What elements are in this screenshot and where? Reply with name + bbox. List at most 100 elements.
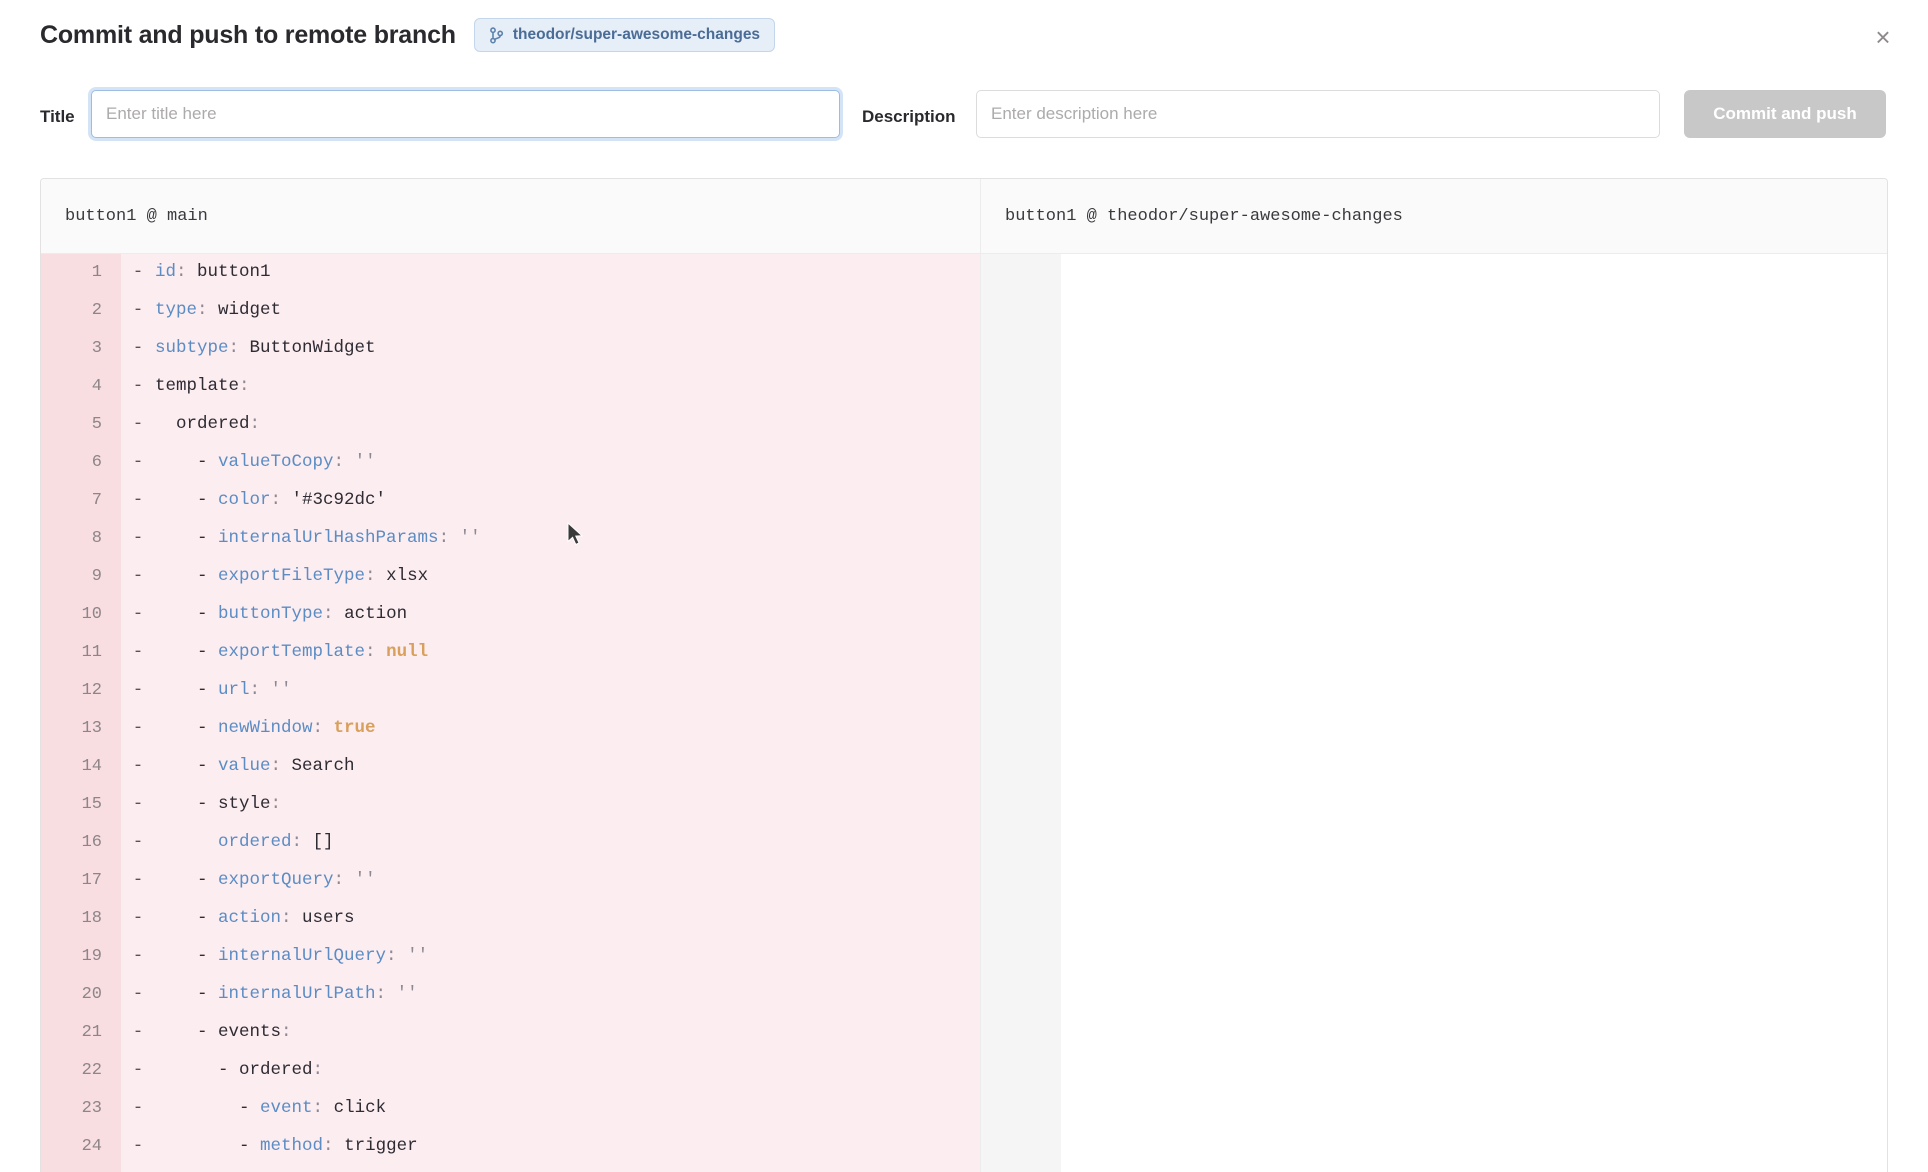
yaml-separator: : [365, 566, 386, 586]
code-content: ordered: [155, 416, 260, 434]
code-content: - internalUrlHashParams: '' [155, 530, 481, 548]
yaml-separator: : [292, 832, 313, 852]
close-icon[interactable]: × [1866, 20, 1900, 54]
yaml-key: color [218, 490, 271, 510]
yaml-key: value [218, 756, 271, 776]
yaml-separator: : [313, 718, 334, 738]
yaml-value: '' [460, 528, 481, 548]
code-content: template: [155, 378, 250, 396]
yaml-separator: : [439, 528, 460, 548]
yaml-key: buttonType [218, 604, 323, 624]
yaml-separator: : [376, 984, 397, 1004]
line-number: 16 [41, 824, 121, 862]
right-line-number-gutter [981, 254, 1061, 1172]
yaml-key: exportTemplate [218, 642, 365, 662]
git-branch-icon [489, 27, 504, 44]
description-input[interactable] [976, 90, 1660, 138]
yaml-separator: : [334, 452, 355, 472]
line-number: 18 [41, 900, 121, 938]
code-content: - value: Search [155, 758, 355, 776]
yaml-key: ordered [176, 414, 250, 434]
yaml-separator: : [323, 1136, 344, 1156]
line-number: 1 [41, 254, 121, 292]
code-line: 11- - exportTemplate: null [41, 634, 980, 672]
yaml-value: widget [218, 300, 281, 320]
code-content: - color: '#3c92dc' [155, 492, 386, 510]
code-line: 22- - ordered: [41, 1052, 980, 1090]
code-content: - internalUrlQuery: '' [155, 948, 428, 966]
yaml-key: method [260, 1136, 323, 1156]
code-line: 18- - action: users [41, 900, 980, 938]
yaml-key: exportFileType [218, 566, 365, 586]
page-title: Commit and push to remote branch [40, 21, 456, 50]
code-content: - buttonType: action [155, 606, 407, 624]
code-content: ordered: [] [155, 834, 334, 852]
code-content: - valueToCopy: '' [155, 454, 376, 472]
line-number: 4 [41, 368, 121, 406]
line-number: 10 [41, 596, 121, 634]
yaml-key: internalUrlPath [218, 984, 376, 1004]
yaml-key: valueToCopy [218, 452, 334, 472]
yaml-value: xlsx [386, 566, 428, 586]
line-number: 9 [41, 558, 121, 596]
code-content: - method: trigger [155, 1138, 418, 1156]
line-number: 21 [41, 1014, 121, 1052]
dialog-header: Commit and push to remote branch theodor… [0, 0, 1928, 178]
code-content: - internalUrlPath: '' [155, 986, 418, 1004]
yaml-key: event [260, 1098, 313, 1118]
code-line: 5- ordered: [41, 406, 980, 444]
yaml-value: '#3c92dc' [292, 490, 387, 510]
code-content: - newWindow: true [155, 720, 376, 738]
yaml-separator: : [250, 680, 271, 700]
diff-marker-removed: - [121, 568, 155, 586]
branch-badge[interactable]: theodor/super-awesome-changes [474, 18, 775, 52]
commit-and-push-button[interactable]: Commit and push [1684, 90, 1886, 138]
code-content: - exportTemplate: null [155, 644, 428, 662]
yaml-separator: : [313, 1060, 324, 1080]
yaml-separator: : [313, 1098, 334, 1118]
yaml-value: '' [407, 946, 428, 966]
code-line: 25- - [41, 1166, 980, 1172]
diff-header-right: button1 @ theodor/super-awesome-changes [981, 179, 1888, 253]
code-line: 4-template: [41, 368, 980, 406]
yaml-value: button1 [197, 262, 271, 282]
diff-header-left: button1 @ main [41, 179, 981, 253]
diff-marker-removed: - [121, 720, 155, 738]
diff-pane-modified[interactable] [981, 254, 1888, 1172]
code-line: 8- - internalUrlHashParams: '' [41, 520, 980, 558]
line-number: 13 [41, 710, 121, 748]
yaml-separator: : [176, 262, 197, 282]
line-number: 11 [41, 634, 121, 672]
code-line: 13- - newWindow: true [41, 710, 980, 748]
title-input[interactable] [91, 90, 840, 138]
yaml-key: style [218, 794, 271, 814]
code-line: 14- - value: Search [41, 748, 980, 786]
yaml-value: '' [397, 984, 418, 1004]
yaml-value: [] [313, 832, 334, 852]
diff-pane-original[interactable]: 1-id: button12-type: widget3-subtype: Bu… [41, 254, 981, 1172]
line-number: 8 [41, 520, 121, 558]
diff-marker-removed: - [121, 302, 155, 320]
diff-marker-removed: - [121, 948, 155, 966]
diff-marker-removed: - [121, 1062, 155, 1080]
yaml-value: action [344, 604, 407, 624]
yaml-key: newWindow [218, 718, 313, 738]
branch-badge-label: theodor/super-awesome-changes [513, 26, 760, 44]
line-number: 6 [41, 444, 121, 482]
diff-marker-removed: - [121, 530, 155, 548]
title-row: Commit and push to remote branch theodor… [40, 18, 775, 52]
line-number: 12 [41, 672, 121, 710]
diff-marker-removed: - [121, 340, 155, 358]
code-content: - exportFileType: xlsx [155, 568, 428, 586]
yaml-value: '' [355, 870, 376, 890]
code-content: - ordered: [155, 1062, 323, 1080]
code-line: 16- ordered: [] [41, 824, 980, 862]
yaml-key: template [155, 376, 239, 396]
diff-marker-removed: - [121, 1024, 155, 1042]
yaml-separator: : [323, 604, 344, 624]
code-line: 24- - method: trigger [41, 1128, 980, 1166]
yaml-value: trigger [344, 1136, 418, 1156]
yaml-key: action [218, 908, 281, 928]
diff-marker-removed: - [121, 872, 155, 890]
commit-push-dialog: Commit and push to remote branch theodor… [0, 0, 1928, 1172]
